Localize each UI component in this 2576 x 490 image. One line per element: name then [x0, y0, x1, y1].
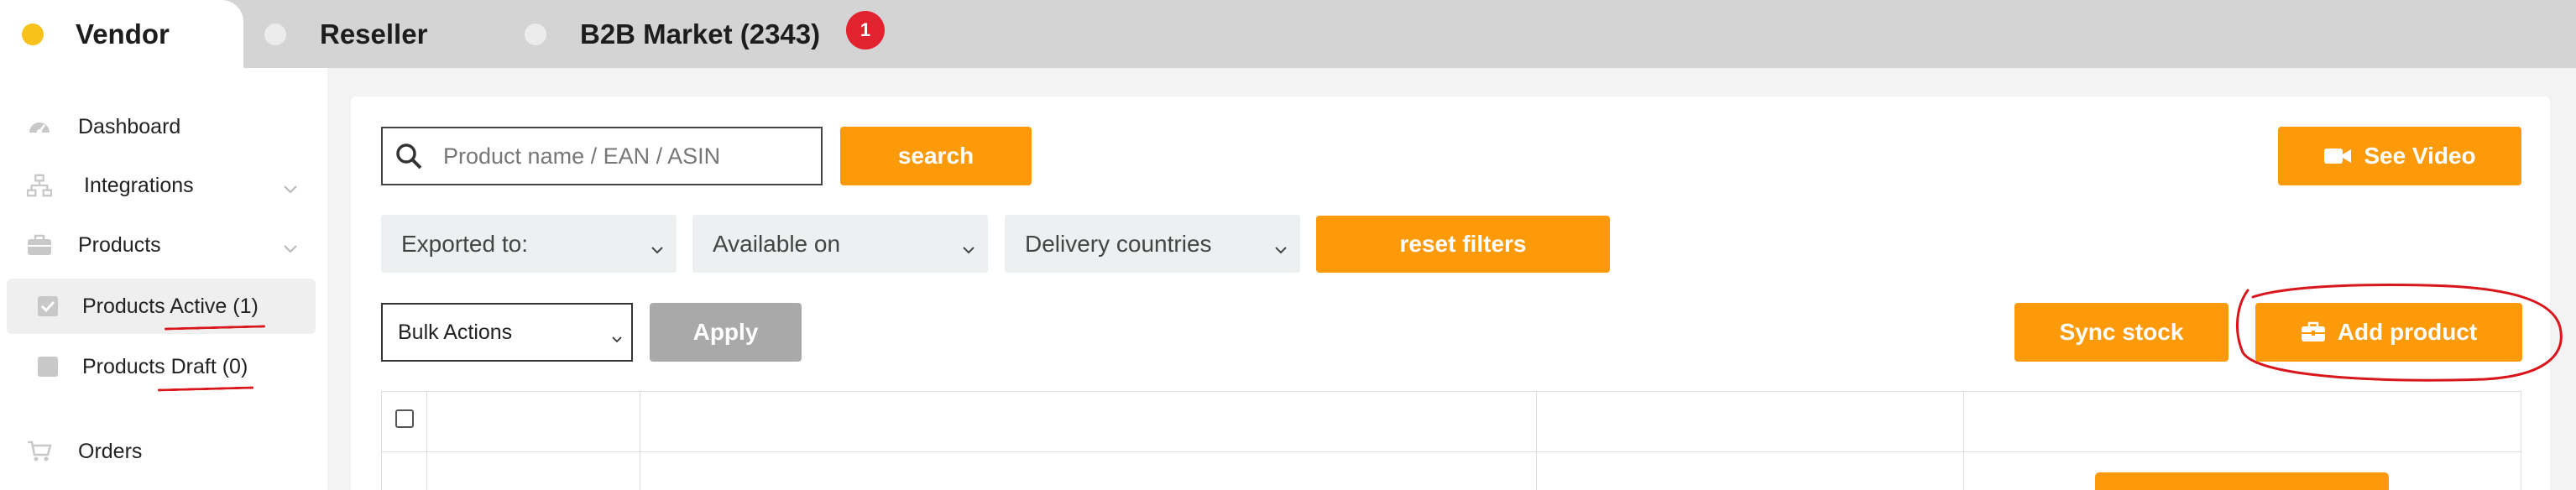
bulk-actions-value: Bulk Actions — [398, 320, 513, 344]
active-dot-icon — [22, 23, 44, 45]
briefcase-icon — [27, 232, 52, 258]
sync-stock-button[interactable]: Sync stock — [2014, 303, 2229, 362]
chevron-down-icon — [961, 237, 976, 253]
sidebar-item-products-draft[interactable]: Products Draft (0) — [7, 339, 316, 394]
chevron-down-icon — [283, 178, 298, 194]
apply-button[interactable]: Apply — [650, 303, 802, 362]
sidebar-item-dashboard[interactable]: Dashboard — [0, 99, 319, 154]
table-divider — [1536, 392, 1537, 490]
search-field[interactable] — [381, 127, 823, 185]
top-tab-bar: Vendor Reseller B2B Market (2343) 1 — [0, 0, 2576, 68]
table-divider — [381, 392, 382, 490]
sidebar-item-label: Products Draft (0) — [82, 354, 248, 378]
select-all-checkbox[interactable] — [395, 409, 414, 428]
available-on-value: Available on — [713, 230, 841, 257]
exported-to-select[interactable]: Exported to: — [381, 215, 677, 273]
sidebar-item-products[interactable]: Products — [0, 217, 319, 273]
checkbox-empty-icon — [35, 354, 60, 379]
delivery-countries-value: Delivery countries — [1025, 230, 1212, 257]
search-input[interactable] — [443, 143, 804, 169]
annotation-circle — [2235, 284, 2563, 382]
chevron-down-icon — [611, 326, 623, 343]
available-on-select[interactable]: Available on — [692, 215, 988, 273]
dashboard-icon — [27, 114, 52, 139]
tab-vendor-label: Vendor — [76, 18, 170, 50]
sitemap-icon — [27, 173, 52, 198]
tab-reseller[interactable]: Reseller — [264, 0, 427, 68]
search-button[interactable]: search — [840, 127, 1032, 185]
inactive-dot-icon — [264, 23, 286, 45]
table-header-row — [381, 392, 2521, 452]
sidebar-item-integrations[interactable]: Integrations — [0, 158, 319, 213]
sidebar-item-label: Products — [78, 232, 161, 257]
cart-icon — [27, 439, 52, 464]
notification-badge: 1 — [846, 11, 885, 50]
reset-filters-button[interactable]: reset filters — [1316, 216, 1610, 273]
tab-b2b-market[interactable]: B2B Market (2343) — [525, 0, 820, 68]
bulk-actions-select[interactable]: Bulk Actions — [381, 303, 633, 362]
sidebar-item-orders[interactable]: Orders — [0, 424, 319, 479]
sidebar: Dashboard Integrations Products Products… — [0, 68, 327, 490]
sidebar-item-label: Integrations — [84, 173, 194, 197]
tab-vendor[interactable]: Vendor — [0, 0, 243, 68]
video-camera-icon — [2323, 146, 2352, 166]
table-divider — [1963, 392, 1964, 490]
chevron-down-icon — [650, 237, 665, 253]
tab-reseller-label: Reseller — [320, 18, 428, 50]
exported-to-value: Exported to: — [401, 230, 528, 257]
tab-b2b-market-label: B2B Market (2343) — [580, 18, 821, 50]
chevron-down-icon — [1273, 237, 1288, 253]
sidebar-item-label: Dashboard — [78, 114, 181, 138]
see-video-label: See Video — [2364, 143, 2476, 169]
search-icon — [394, 142, 423, 170]
sidebar-item-label: Orders — [78, 439, 143, 463]
delivery-countries-select[interactable]: Delivery countries — [1005, 215, 1300, 273]
sidebar-item-label: Products Active (1) — [82, 294, 259, 318]
checkbox-checked-icon — [35, 294, 60, 319]
see-video-button[interactable]: See Video — [2278, 127, 2521, 185]
table-divider — [426, 392, 427, 490]
inactive-dot-icon — [525, 23, 546, 45]
chevron-down-icon — [283, 237, 298, 253]
sidebar-item-products-active[interactable]: Products Active (1) — [7, 279, 316, 334]
row-edit-button[interactable] — [2095, 472, 2389, 490]
